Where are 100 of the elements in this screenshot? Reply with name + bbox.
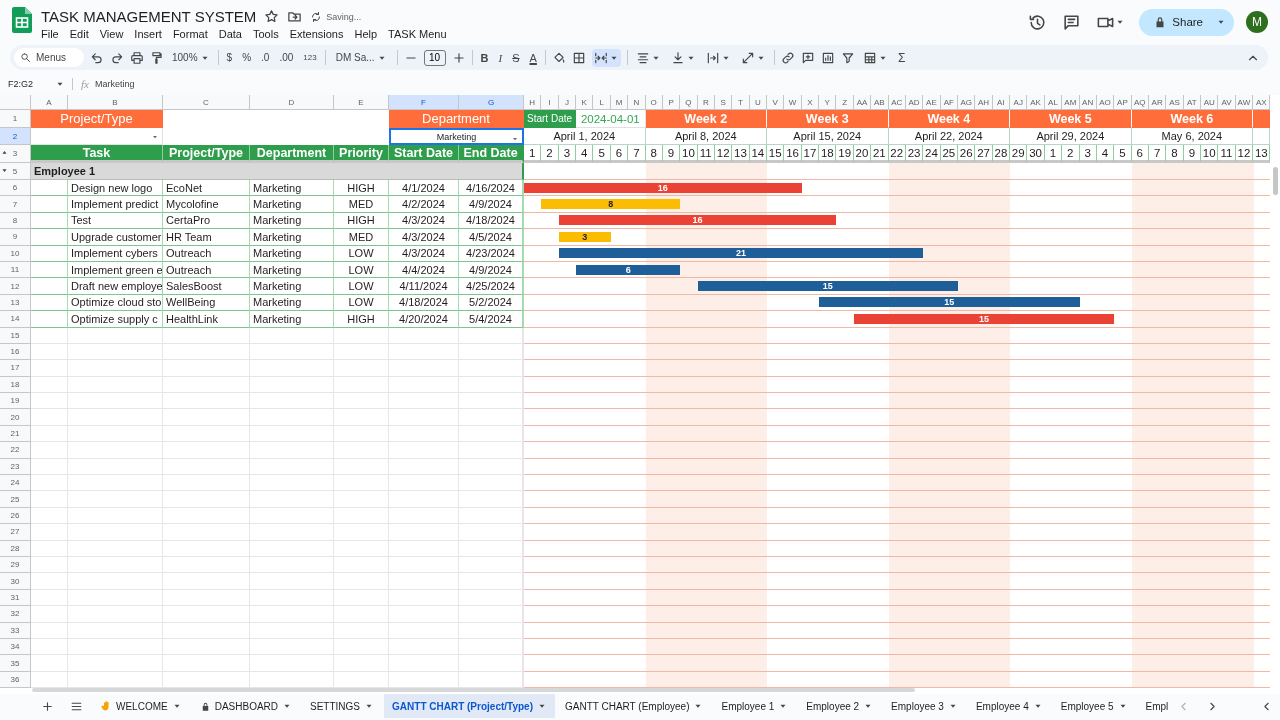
chart-icon[interactable] [820,50,835,65]
decrease-decimal-button[interactable]: .0 [259,47,272,68]
collapse-icon[interactable] [1,149,8,156]
undo-icon[interactable] [90,50,104,65]
column-header[interactable]: Z [836,95,854,110]
caret-icon[interactable] [511,135,519,143]
rotate-icon[interactable] [740,50,755,65]
row-number[interactable]: 30 [0,573,31,590]
name-box[interactable]: F2:G2 [8,78,64,89]
row-number[interactable]: 17 [0,360,31,377]
column-header[interactable]: L [593,95,611,110]
row-number[interactable]: 12 [0,278,31,295]
row-number[interactable]: 19 [0,393,31,410]
row-number[interactable]: 5 [0,163,31,180]
merge-icon[interactable] [593,50,608,65]
percent-button[interactable]: % [240,47,254,68]
comment-icon[interactable] [1062,12,1082,32]
italic-button[interactable]: I [496,47,505,68]
add-sheet-icon[interactable] [41,699,54,713]
filter-icon[interactable] [840,50,855,65]
borders-icon[interactable] [571,50,586,65]
sheet-tab[interactable]: Employee 3 [883,694,966,719]
row-number[interactable]: 9 [0,229,31,246]
row-number[interactable]: 20 [0,409,31,426]
sheet-tab[interactable]: Employee 1 [713,694,797,719]
column-header[interactable]: AH [975,95,993,110]
currency-button[interactable]: $ [224,47,235,68]
avatar[interactable]: M [1246,11,1268,33]
search-field[interactable]: Menus [14,48,84,67]
wrap-icon[interactable] [705,50,720,65]
comment-icon[interactable] [800,50,815,65]
row-number[interactable]: 25 [0,491,31,508]
column-header[interactable]: I [541,95,559,110]
print-icon[interactable] [130,50,144,65]
row-number[interactable]: 7 [0,196,31,213]
menu-item[interactable]: Tools [252,28,279,40]
folder-icon[interactable] [287,9,303,24]
column-header[interactable]: K [576,95,594,110]
row-number[interactable]: 3 [0,145,31,163]
increase-decimal-button[interactable]: .00 [277,47,296,68]
zoom-dropdown[interactable]: 100% [170,47,212,68]
column-header[interactable]: AK [1027,95,1045,110]
column-header[interactable]: G [459,95,524,110]
column-header[interactable]: V [767,95,785,110]
column-header[interactable]: AE [923,95,941,110]
menu-item[interactable]: TASK Menu [388,28,447,40]
row-number[interactable]: 14 [0,311,31,328]
sheet-tab[interactable]: Empl [1137,694,1169,719]
column-header[interactable]: AJ [1010,95,1028,110]
share-button[interactable]: Share [1139,8,1234,36]
row-number[interactable]: 24 [0,475,31,492]
strikethrough-button[interactable]: S [510,47,522,68]
scrollbar[interactable] [1273,167,1278,195]
row-number[interactable]: 2 [0,128,31,145]
paint-format-icon[interactable] [150,50,164,65]
sheet-tab[interactable]: WELCOME [92,694,190,719]
vertical-align-icon[interactable] [670,50,685,65]
font-size-field[interactable]: 10 [423,49,446,66]
number-format-button[interactable]: 123 [301,47,319,68]
plus-icon[interactable] [451,50,466,65]
column-header[interactable]: AV [1218,95,1236,110]
column-header[interactable]: AP [1114,95,1132,110]
row-number[interactable]: 22 [0,442,31,459]
menu-item[interactable]: Format [172,28,208,40]
column-header[interactable]: H [524,95,542,110]
menu-item[interactable]: Help [354,28,378,40]
column-header[interactable]: Q [680,95,698,110]
column-header[interactable]: D [250,95,334,110]
sheet-tab[interactable]: GANTT CHART (Project/Type) [384,694,555,719]
sheet-tab[interactable]: Employee 2 [798,694,882,719]
row-number[interactable]: 35 [0,655,31,672]
menu-item[interactable]: Data [218,28,242,40]
functions-icon[interactable] [862,50,877,65]
row-number[interactable]: 27 [0,524,31,541]
row-number[interactable]: 32 [0,606,31,623]
sheet-tab[interactable]: Employee 5 [1052,694,1136,719]
menu-item[interactable]: File [41,28,59,40]
bold-button[interactable]: B [478,47,491,68]
font-dropdown[interactable]: DM Sa... [331,47,391,68]
sheet-tab[interactable]: GANTT CHART (Employee) [557,694,712,719]
column-header[interactable]: B [68,95,163,110]
dropdown-field[interactable]: Marketing [389,128,524,145]
column-header[interactable]: AB [871,95,889,110]
sheet-tab[interactable]: DASHBOARD [191,694,301,719]
sheet-tab[interactable]: Employee 4 [967,694,1051,719]
link-icon[interactable] [780,50,795,65]
align-icon[interactable] [635,50,650,65]
column-header[interactable]: E [334,95,389,110]
scrollbar[interactable] [32,688,915,693]
row-number[interactable]: 6 [0,180,31,197]
text-color-button[interactable]: A [527,47,539,68]
menu-item[interactable]: Extensions [289,28,344,40]
column-header[interactable]: AM [1062,95,1080,110]
caret-icon[interactable] [151,133,159,141]
column-header[interactable]: N [628,95,646,110]
expand-icon[interactable] [1,167,8,174]
menu-item[interactable]: Insert [134,28,162,40]
sheets-logo[interactable] [12,7,32,33]
document-title[interactable]: TASK MANAGEMENT SYSTEM [41,8,257,25]
menu-item[interactable]: Edit [69,28,89,40]
